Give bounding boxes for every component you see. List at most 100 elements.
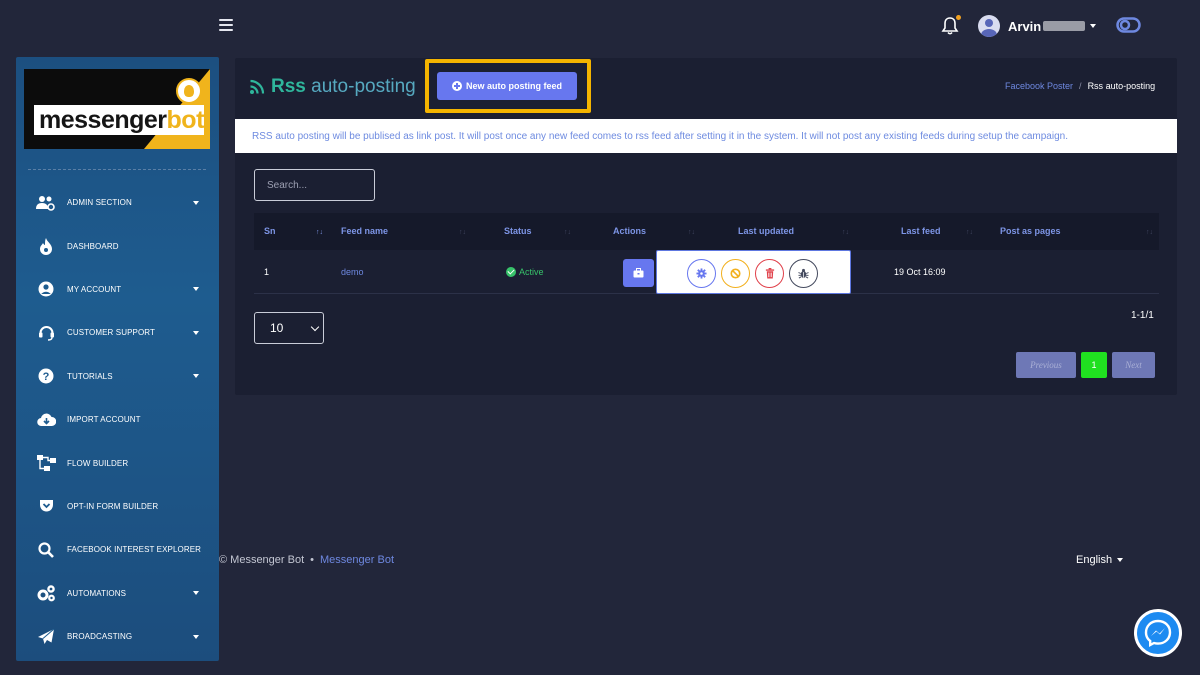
sidebar-item-admin-section[interactable]: ADMIN SECTION bbox=[16, 181, 219, 224]
chevron-down-icon bbox=[193, 374, 199, 379]
sidebar-item-broadcasting[interactable]: BROADCASTING bbox=[16, 615, 219, 658]
search-icon bbox=[36, 540, 56, 560]
bug-icon bbox=[798, 268, 809, 279]
sort-icon: ↑↓ bbox=[564, 229, 571, 236]
sort-icon: ↑↓ bbox=[842, 229, 849, 236]
feed-name-link[interactable]: demo bbox=[341, 267, 364, 277]
sidebar-item-my-account[interactable]: MY ACCOUNT bbox=[16, 268, 219, 311]
sidebar-item-label: TUTORIALS bbox=[67, 371, 113, 381]
user-menu[interactable]: Arvin bbox=[978, 14, 1097, 38]
ban-icon bbox=[730, 268, 741, 279]
cell-sn: 1 bbox=[264, 267, 270, 277]
next-page-button[interactable]: Next bbox=[1112, 352, 1155, 378]
paper-plane-icon bbox=[36, 627, 56, 647]
sidebar-item-label: BROADCASTING bbox=[67, 632, 133, 642]
info-notice: RSS auto posting will be publised as lin… bbox=[235, 119, 1177, 153]
language-selector[interactable]: English bbox=[1076, 554, 1124, 566]
rss-icon bbox=[250, 79, 265, 94]
user-name: Arvin bbox=[1008, 18, 1042, 34]
table-header: Sn ↑↓ Feed name ↑↓ Status ↑↓ Actions ↑↓ … bbox=[254, 213, 1159, 250]
disable-button[interactable] bbox=[721, 259, 750, 288]
footer-link[interactable]: Messenger Bot bbox=[320, 554, 394, 566]
sort-icon: ↑↓ bbox=[459, 229, 466, 236]
cogs-icon bbox=[36, 583, 56, 603]
headset-icon bbox=[36, 323, 56, 343]
per-page-select[interactable]: 10 bbox=[254, 312, 324, 344]
previous-page-button[interactable]: Previous bbox=[1016, 352, 1076, 378]
search-input[interactable] bbox=[254, 169, 375, 201]
page-title: Rss auto-posting bbox=[249, 76, 416, 98]
chevron-down-icon bbox=[193, 200, 199, 205]
footer-separator: • bbox=[310, 554, 315, 566]
svg-text:?: ? bbox=[43, 371, 50, 383]
sidebar-item-flow-builder[interactable]: FLOW BUILDER bbox=[16, 441, 219, 484]
gear-icon bbox=[696, 268, 707, 279]
column-sn[interactable]: Sn bbox=[264, 226, 276, 236]
actions-toggle-button[interactable] bbox=[623, 259, 654, 287]
new-auto-posting-feed-button[interactable]: New auto posting feed bbox=[437, 72, 577, 100]
column-status[interactable]: Status bbox=[504, 226, 532, 236]
hamburger-menu-icon[interactable] bbox=[219, 19, 233, 31]
sidebar-item-customer-support[interactable]: CUSTOMER SUPPORT bbox=[16, 311, 219, 354]
sidebar-item-label: ADMIN SECTION bbox=[67, 198, 132, 208]
messenger-icon bbox=[1144, 619, 1172, 647]
breadcrumb-current: Rss auto-posting bbox=[1087, 81, 1156, 91]
sidebar-item-opt-in-form-builder[interactable]: OPT-IN FORM BUILDER bbox=[16, 485, 219, 528]
check-circle-icon bbox=[506, 267, 516, 277]
settings-button[interactable] bbox=[687, 259, 716, 288]
sidebar: messengerbot ADMIN SECTION DASHBOARD MY AC… bbox=[16, 57, 219, 661]
fire-icon bbox=[36, 236, 56, 256]
sidebar-divider bbox=[28, 169, 206, 170]
sort-icon: ↑↓ bbox=[1146, 229, 1153, 236]
brand-logo[interactable]: messengerbot bbox=[24, 69, 210, 149]
briefcase-icon bbox=[633, 268, 644, 278]
sidebar-item-label: MY ACCOUNT bbox=[67, 284, 122, 294]
bot-mascot-icon bbox=[176, 78, 202, 104]
chevron-down-icon bbox=[193, 330, 199, 335]
cloud-download-icon bbox=[36, 410, 56, 430]
users-cog-icon bbox=[36, 193, 56, 213]
page-1-button[interactable]: 1 bbox=[1081, 352, 1107, 378]
sidebar-item-label: CUSTOMER SUPPORT bbox=[67, 328, 155, 338]
chevron-down-icon bbox=[1090, 24, 1097, 28]
user-circle-icon bbox=[36, 279, 56, 299]
breadcrumb-facebook-poster[interactable]: Facebook Poster bbox=[1005, 81, 1073, 91]
status-badge: Active bbox=[506, 267, 544, 277]
column-last-updated[interactable]: Last updated bbox=[738, 226, 794, 236]
dark-mode-toggle-icon[interactable] bbox=[1116, 17, 1141, 33]
chevron-down-icon bbox=[193, 287, 199, 292]
plus-circle-icon bbox=[451, 81, 462, 91]
sidebar-item-dashboard[interactable]: DASHBOARD bbox=[16, 224, 219, 267]
column-feed-name[interactable]: Feed name bbox=[341, 226, 388, 236]
sidebar-item-automations[interactable]: AUTOMATIONS bbox=[16, 572, 219, 615]
delete-button[interactable] bbox=[755, 259, 784, 288]
user-name-redacted bbox=[1043, 21, 1086, 31]
sidebar-item-facebook-interest-explorer[interactable]: FACEBOOK INTEREST EXPLORER bbox=[16, 528, 219, 571]
notification-dot bbox=[956, 15, 961, 20]
column-last-feed[interactable]: Last feed bbox=[901, 226, 941, 236]
column-actions: Actions bbox=[613, 226, 647, 236]
sort-icon: ↑↓ bbox=[688, 229, 695, 236]
sidebar-item-label: OPT-IN FORM BUILDER bbox=[67, 501, 159, 511]
sidebar-item-label: AUTOMATIONS bbox=[67, 588, 127, 598]
cell-last-feed: 19 Oct 16:09 bbox=[894, 267, 946, 277]
breadcrumb-separator: / bbox=[1079, 81, 1082, 91]
footer-copyright: © Messenger Bot bbox=[219, 554, 305, 566]
sidebar-item-tutorials[interactable]: ? TUTORIALS bbox=[16, 355, 219, 398]
page-info: 1-1/1 bbox=[1131, 310, 1154, 321]
pocket-icon bbox=[36, 496, 56, 516]
column-post-as-pages[interactable]: Post as pages bbox=[1000, 226, 1061, 236]
pagination: Previous 1 Next bbox=[1016, 352, 1155, 378]
chevron-down-icon bbox=[193, 591, 199, 596]
sidebar-menu: ADMIN SECTION DASHBOARD MY ACCOUNT CUSTOMER… bbox=[16, 181, 219, 658]
actions-popover bbox=[656, 250, 851, 294]
chevron-down-icon bbox=[310, 322, 320, 332]
top-navbar: Arvin bbox=[0, 0, 1200, 52]
messenger-chat-button[interactable] bbox=[1134, 609, 1182, 657]
debug-button[interactable] bbox=[789, 259, 818, 288]
breadcrumb: Facebook Poster / Rss auto-posting bbox=[1005, 81, 1155, 91]
sidebar-item-import-account[interactable]: IMPORT ACCOUNT bbox=[16, 398, 219, 441]
sort-icon: ↑↓ bbox=[966, 229, 973, 236]
sitemap-icon bbox=[36, 453, 56, 473]
trash-icon bbox=[765, 268, 774, 279]
